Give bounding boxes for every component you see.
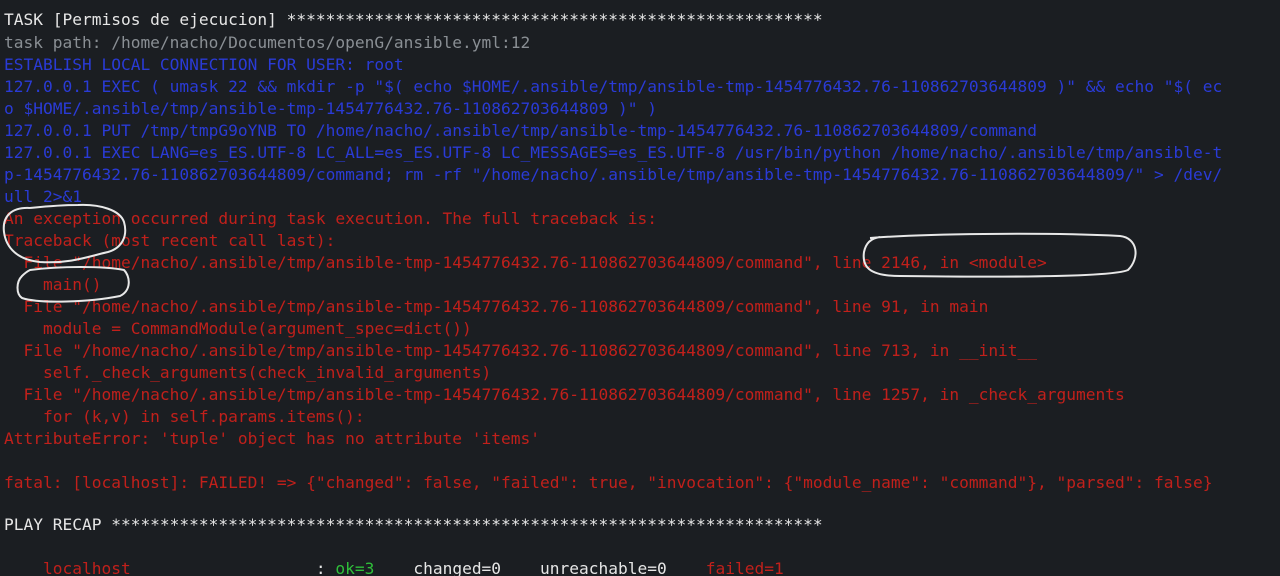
exception-message-line: An exception occurred during task execut…: [4, 209, 657, 228]
traceback-frame-line: File "/home/nacho/.ansible/tmp/ansible-t…: [4, 253, 1047, 272]
traceback-header-line: Traceback (most recent call last):: [4, 231, 336, 250]
put-command-line: 127.0.0.1 PUT /tmp/tmpG9oYNB TO /home/na…: [4, 121, 1038, 140]
exec-python-line-cont2: ull 2>&1: [4, 187, 82, 206]
recap-changed-count: changed=0: [374, 559, 502, 576]
traceback-frame-line: File "/home/nacho/.ansible/tmp/ansible-t…: [4, 297, 989, 316]
recap-colon: :: [130, 559, 336, 576]
fatal-failed-line: fatal: [localhost]: FAILED! => {"changed…: [4, 473, 1213, 492]
task-header-line: TASK [Permisos de ejecucion] ***********…: [4, 10, 823, 29]
exec-python-line-cont: p-1454776432.76-110862703644809/command;…: [4, 165, 1223, 184]
recap-host: localhost: [42, 559, 131, 576]
exec-python-line: 127.0.0.1 EXEC LANG=es_ES.UTF-8 LC_ALL=e…: [4, 143, 1223, 162]
recap-unreachable-count: unreachable=0: [501, 559, 667, 576]
terminal-output[interactable]: TASK [Permisos de ejecucion] ***********…: [0, 0, 1280, 576]
play-recap-host-line: localhost : ok=3 changed=0 unreachable=0…: [4, 536, 784, 576]
recap-ok-count: ok=3: [335, 559, 375, 576]
attribute-error-line: AttributeError: 'tuple' object has no at…: [4, 429, 541, 448]
traceback-code-line: main(): [4, 275, 102, 294]
exec-mkdir-line-cont: o $HOME/.ansible/tmp/ansible-tmp-1454776…: [4, 99, 657, 118]
traceback-code-line: module = CommandModule(argument_spec=dic…: [4, 319, 472, 338]
traceback-frame-line: File "/home/nacho/.ansible/tmp/ansible-t…: [4, 341, 1038, 360]
exec-mkdir-line: 127.0.0.1 EXEC ( umask 22 && mkdir -p "$…: [4, 77, 1223, 96]
recap-failed-count: failed=1: [666, 559, 784, 576]
play-recap-header-line: PLAY RECAP *****************************…: [4, 515, 823, 534]
traceback-frame-line: File "/home/nacho/.ansible/tmp/ansible-t…: [4, 385, 1125, 404]
task-path-line: task path: /home/nacho/Documentos/openG/…: [4, 33, 531, 52]
traceback-code-line: for (k,v) in self.params.items():: [4, 407, 365, 426]
establish-connection-line: ESTABLISH LOCAL CONNECTION FOR USER: roo…: [4, 55, 404, 74]
traceback-code-line: self._check_arguments(check_invalid_argu…: [4, 363, 492, 382]
